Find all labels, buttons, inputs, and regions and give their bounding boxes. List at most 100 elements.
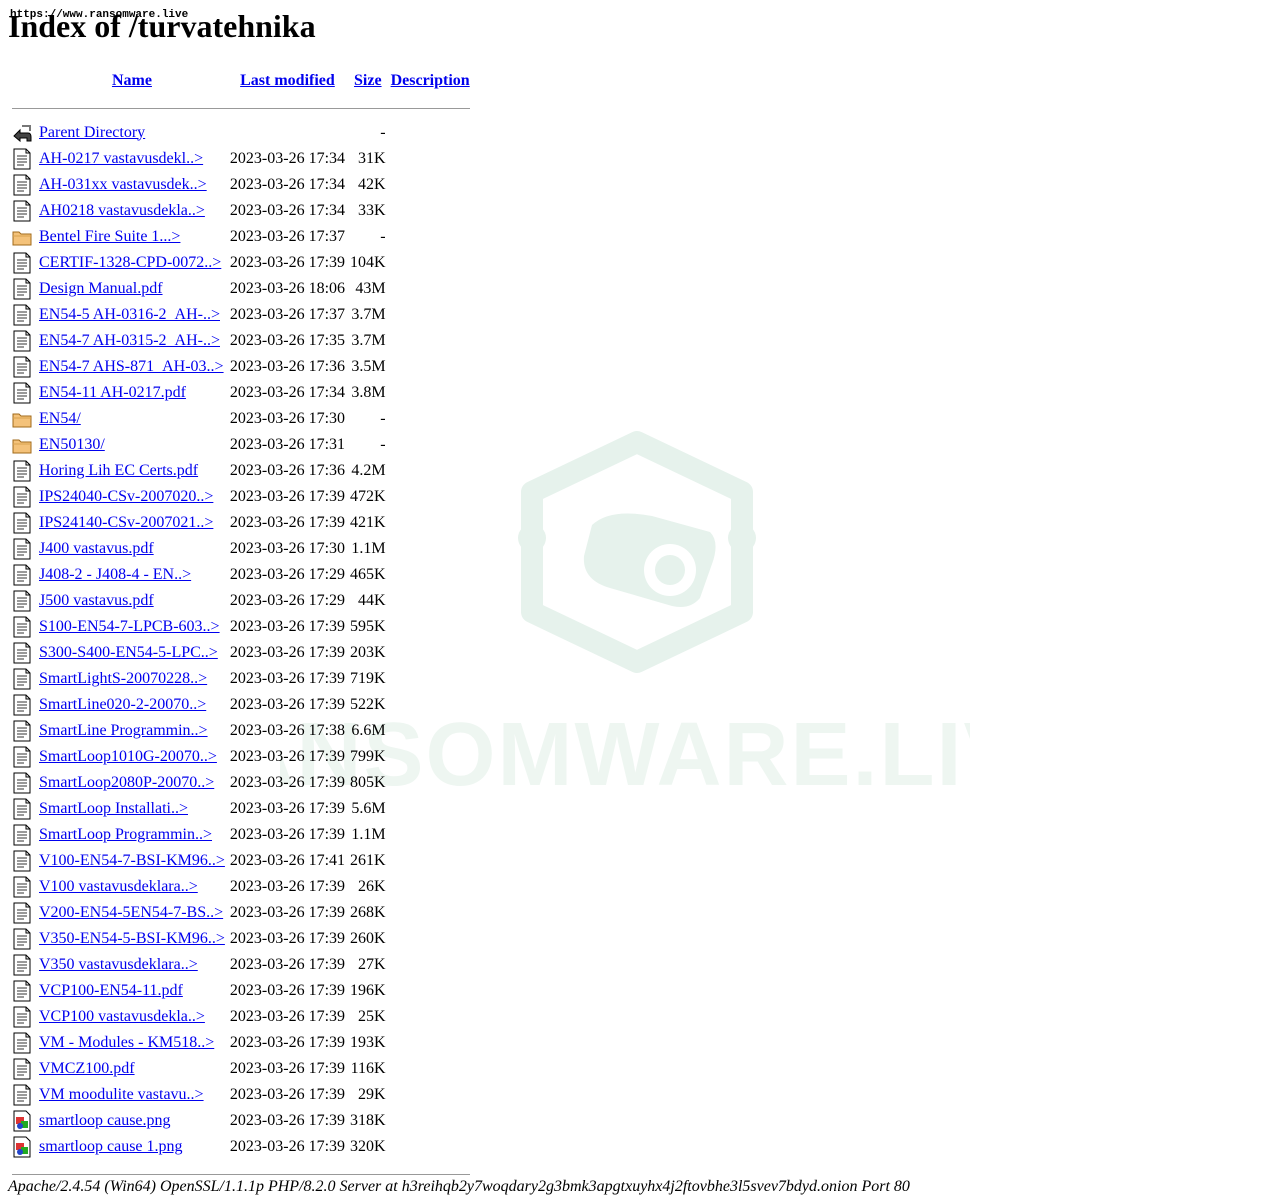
file-link[interactable]: AH-0217 vastavusdekl..> <box>39 150 203 167</box>
file-link[interactable]: V100 vastavusdeklara..> <box>39 878 198 895</box>
date-cell: 2023-03-26 17:39 <box>229 1085 346 1103</box>
file-link[interactable]: SmartLoop1010G-20070..> <box>39 748 217 765</box>
file-link[interactable]: VMCZ100.pdf <box>39 1060 135 1077</box>
file-link[interactable]: IPS24040-CSv-2007020..> <box>39 488 213 505</box>
file-link[interactable]: CERTIF-1328-CPD-0072..> <box>39 254 221 271</box>
text-file-icon <box>12 252 32 274</box>
file-link[interactable]: AH-031xx vastavusdek..> <box>39 176 207 193</box>
text-file-icon <box>12 980 32 1002</box>
file-row: J400 vastavus.pdf 2023-03-26 17:30 1.1M <box>11 537 471 560</box>
text-file-icon <box>12 694 32 716</box>
date-cell: 2023-03-26 17:39 <box>229 669 346 687</box>
size-cell: 203K <box>350 643 386 661</box>
size-cell: 42K <box>358 175 386 193</box>
file-link[interactable]: EN54-7 AHS-871_AH-03..> <box>39 358 224 375</box>
file-link[interactable]: V200-EN54-5EN54-7-BS..> <box>39 904 223 921</box>
file-link[interactable]: S100-EN54-7-LPCB-603..> <box>39 618 220 635</box>
date-cell <box>229 121 346 144</box>
file-link[interactable]: EN54-5 AH-0316-2_AH-..> <box>39 306 220 323</box>
icon-cell <box>11 1109 35 1132</box>
file-link[interactable]: EN54/ <box>39 410 81 427</box>
parent-directory-link[interactable]: Parent Directory <box>39 124 145 141</box>
file-link[interactable]: S300-S400-EN54-5-LPC..> <box>39 644 218 661</box>
description-cell <box>390 771 471 794</box>
name-cell: EN54/ <box>38 407 226 430</box>
size-cell: 268K <box>350 903 386 921</box>
file-link[interactable]: VCP100 vastavusdekla..> <box>39 1008 205 1025</box>
file-link[interactable]: SmartLine020-2-20070..> <box>39 696 206 713</box>
date-cell: 2023-03-26 17:39 <box>229 877 346 895</box>
file-row: EN54-7 AH-0315-2_AH-..> 2023-03-26 17:35 3… <box>11 329 471 352</box>
file-link[interactable]: Horing Lih EC Certs.pdf <box>39 462 198 479</box>
file-link[interactable]: AH0218 vastavusdekla..> <box>39 202 205 219</box>
file-link[interactable]: Design Manual.pdf <box>39 280 163 297</box>
image-file-icon <box>12 1136 32 1158</box>
file-rows: Parent Directory - AH-0217 vastavusdekl.… <box>11 121 471 1158</box>
size-cell: 3.5M <box>351 357 386 375</box>
file-link[interactable]: VM moodulite vastavu..> <box>39 1086 204 1103</box>
name-cell: VM moodulite vastavu..> <box>38 1083 226 1106</box>
file-link[interactable]: smartloop cause.png <box>39 1112 171 1129</box>
file-link[interactable]: V350 vastavusdeklara..> <box>39 956 198 973</box>
size-cell: 3.7M <box>351 331 386 349</box>
text-file-icon <box>12 200 32 222</box>
date-cell: 2023-03-26 17:39 <box>229 1137 346 1155</box>
name-cell: AH0218 vastavusdekla..> <box>38 199 226 222</box>
file-link[interactable]: SmartLine Programmin..> <box>39 722 208 739</box>
description-cell <box>390 355 471 378</box>
col-description: Description <box>390 69 471 92</box>
sort-by-description-link[interactable]: Description <box>391 72 470 89</box>
size-cell: 421K <box>350 513 386 531</box>
file-link[interactable]: VCP100-EN54-11.pdf <box>39 982 183 999</box>
sort-by-name-link[interactable]: Name <box>112 72 152 89</box>
icon-cell <box>11 381 35 404</box>
file-link[interactable]: J400 vastavus.pdf <box>39 540 154 557</box>
date-cell: 2023-03-26 17:39 <box>229 253 346 271</box>
text-file-icon <box>12 590 32 612</box>
file-link[interactable]: VM - Modules - KM518..> <box>39 1034 214 1051</box>
file-link[interactable]: SmartLoop Installati..> <box>39 800 188 817</box>
file-link[interactable]: EN54-7 AH-0315-2_AH-..> <box>39 332 220 349</box>
icon-cell <box>11 641 35 664</box>
file-link[interactable]: V100-EN54-7-BSI-KM96..> <box>39 852 225 869</box>
back-icon <box>12 122 32 144</box>
description-cell <box>390 563 471 586</box>
file-link[interactable]: EN54-11 AH-0217.pdf <box>39 384 186 401</box>
file-link[interactable]: Bentel Fire Suite 1...> <box>39 228 180 245</box>
sort-by-date-link[interactable]: Last modified <box>240 72 335 89</box>
text-file-icon <box>12 460 32 482</box>
icon-cell <box>11 693 35 716</box>
header-icon-cell <box>11 69 35 92</box>
icon-cell <box>11 1135 35 1158</box>
name-cell: J400 vastavus.pdf <box>38 537 226 560</box>
file-row: V100-EN54-7-BSI-KM96..> 2023-03-26 17:41 2… <box>11 849 471 872</box>
file-link[interactable]: SmartLightS-20070228..> <box>39 670 207 687</box>
header-row: Name Last modified Size Description <box>11 69 471 92</box>
file-link[interactable]: SmartLoop Programmin..> <box>39 826 212 843</box>
file-row: J500 vastavus.pdf 2023-03-26 17:29 44K <box>11 589 471 612</box>
size-cell: 31K <box>358 149 386 167</box>
description-cell <box>390 537 471 560</box>
icon-cell <box>11 251 35 274</box>
description-cell <box>390 485 471 508</box>
size-cell: 472K <box>350 487 386 505</box>
file-link[interactable]: EN50130/ <box>39 436 105 453</box>
sort-by-size-link[interactable]: Size <box>354 72 382 89</box>
file-link[interactable]: V350-EN54-5-BSI-KM96..> <box>39 930 225 947</box>
file-link[interactable]: SmartLoop2080P-20070..> <box>39 774 214 791</box>
name-cell: SmartLoop Programmin..> <box>38 823 226 846</box>
file-link[interactable]: J408-2 - J408-4 - EN..> <box>39 566 191 583</box>
description-cell <box>390 823 471 846</box>
file-link[interactable]: J500 vastavus.pdf <box>39 592 154 609</box>
file-link[interactable]: IPS24140-CSv-2007021..> <box>39 514 213 531</box>
size-cell: 465K <box>350 565 386 583</box>
name-cell: J408-2 - J408-4 - EN..> <box>38 563 226 586</box>
text-file-icon <box>12 564 32 586</box>
text-file-icon <box>12 148 32 170</box>
description-cell <box>390 1031 471 1054</box>
file-row: AH-031xx vastavusdek..> 2023-03-26 17:34 4… <box>11 173 471 196</box>
name-cell: Design Manual.pdf <box>38 277 226 300</box>
text-file-icon <box>12 304 32 326</box>
file-link[interactable]: smartloop cause 1.png <box>39 1138 183 1155</box>
file-row: VCP100 vastavusdekla..> 2023-03-26 17:39 2… <box>11 1005 471 1028</box>
